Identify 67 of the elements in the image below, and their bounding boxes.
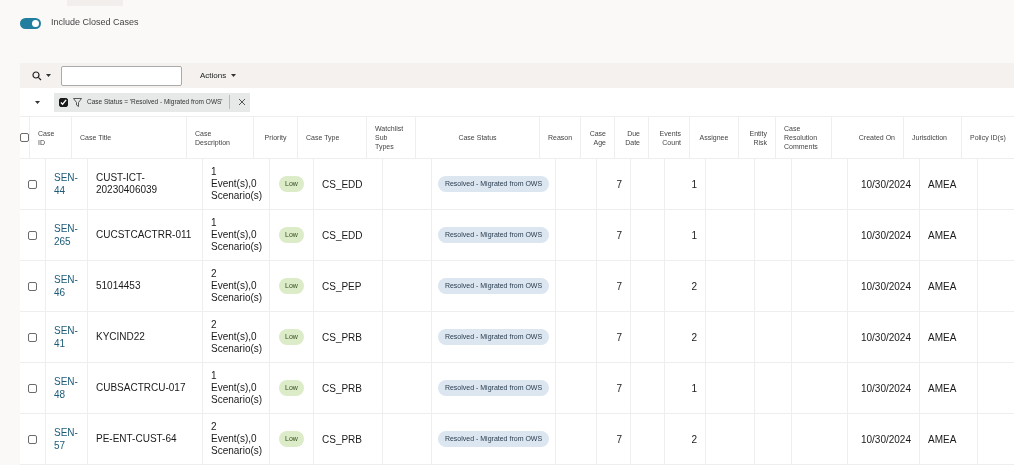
table-cell-text: 7 xyxy=(616,279,622,294)
search-menu-button[interactable] xyxy=(32,70,51,81)
row-checkbox[interactable] xyxy=(28,179,37,189)
caret-icon xyxy=(46,74,51,78)
table-cell: 1 Event(s),0 Scenario(s) xyxy=(211,217,263,253)
close-icon[interactable] xyxy=(237,98,246,107)
row-checkbox[interactable] xyxy=(28,383,37,393)
table-cell: 2 Event(s),0 Scenario(s) xyxy=(211,421,263,457)
table-cell-text: 7 xyxy=(616,330,622,345)
table-cell-text: 7 xyxy=(616,177,622,192)
table-cell-text: 7 xyxy=(616,432,622,447)
case-id-link[interactable]: SEN-41 xyxy=(54,324,78,350)
table-cell-text: AMEA xyxy=(928,279,957,294)
row-checkbox[interactable] xyxy=(28,332,37,342)
table-cell: KYCIND22 xyxy=(96,331,145,343)
table-cell-text: 10/30/2024 xyxy=(860,177,911,192)
table-cell-text: CS_PEP xyxy=(322,279,362,294)
table-cell-text: 1 xyxy=(691,381,697,396)
table-cell-text: CUST-ICT-20230406039 xyxy=(96,172,159,196)
table-cell-text: CS_PRB xyxy=(322,330,362,345)
table-cell-text: CS_EDD xyxy=(322,228,363,243)
table-cell-text: AMEA xyxy=(928,432,957,447)
table-cell-text: CS_PRB xyxy=(322,432,362,447)
table-cell-text: AMEA xyxy=(928,381,957,396)
table-cell-text: AMEA xyxy=(928,228,957,243)
toggle-switch[interactable] xyxy=(20,17,41,29)
table-cell-text: 10/30/2024 xyxy=(860,330,911,345)
search-icon xyxy=(32,70,42,81)
table-cell-text: CS_EDD xyxy=(322,177,363,192)
toggle-label: Include Closed Cases xyxy=(51,16,139,30)
table-cell: CUBSACTRCU-017 xyxy=(96,382,186,394)
table-cell: 51014453 xyxy=(96,280,141,292)
row-checkbox[interactable] xyxy=(28,434,37,444)
table-cell-text: CS_PRB xyxy=(322,381,362,396)
table-cell-text: AMEA xyxy=(928,330,957,345)
table-cell-text: 1 xyxy=(691,228,697,243)
case-id-link[interactable]: SEN-44 xyxy=(54,171,78,197)
table-cell-text: 10/30/2024 xyxy=(860,432,911,447)
table-cell: PE-ENT-CUST-64 xyxy=(96,433,177,445)
caret-icon xyxy=(231,74,237,78)
table-cell: CUCSTCACTRR-011 xyxy=(96,229,192,241)
row-checkbox[interactable] xyxy=(28,230,37,240)
case-id-link[interactable]: SEN-48 xyxy=(54,375,78,401)
table-cell-text: 7 xyxy=(616,228,622,243)
table-cell-text: 2 xyxy=(691,432,697,447)
table-cell-text: 10/30/2024 xyxy=(860,381,911,396)
table-cell-text: 1 xyxy=(691,177,697,192)
table-cell-text: 10/30/2024 xyxy=(860,279,911,294)
row-checkbox[interactable] xyxy=(28,281,37,291)
table-cell-text: 7 xyxy=(616,381,622,396)
table-cell: 2 Event(s),0 Scenario(s) xyxy=(211,268,263,304)
search-field[interactable] xyxy=(61,65,182,86)
table-cell-text: 2 xyxy=(691,330,697,345)
case-id-link[interactable]: SEN-46 xyxy=(54,273,78,299)
actions-menu-button[interactable]: Actions xyxy=(200,69,237,82)
table-cell: 2 Event(s),0 Scenario(s) xyxy=(211,319,263,355)
table-cell-text: AMEA xyxy=(928,177,957,192)
caret-icon xyxy=(35,100,40,104)
case-id-link[interactable]: SEN-265 xyxy=(54,222,78,248)
table-cell: 1 Event(s),0 Scenario(s) xyxy=(211,370,263,406)
table-cell-text: 2 xyxy=(691,279,697,294)
table-cell-text: 10/30/2024 xyxy=(860,228,911,243)
filter-checkbox[interactable] xyxy=(59,97,68,107)
filter-icon xyxy=(73,97,82,107)
select-all-checkbox[interactable] xyxy=(20,133,29,143)
table-cell: 1 Event(s),0 Scenario(s) xyxy=(211,166,263,202)
case-id-link[interactable]: SEN-57 xyxy=(54,426,78,452)
